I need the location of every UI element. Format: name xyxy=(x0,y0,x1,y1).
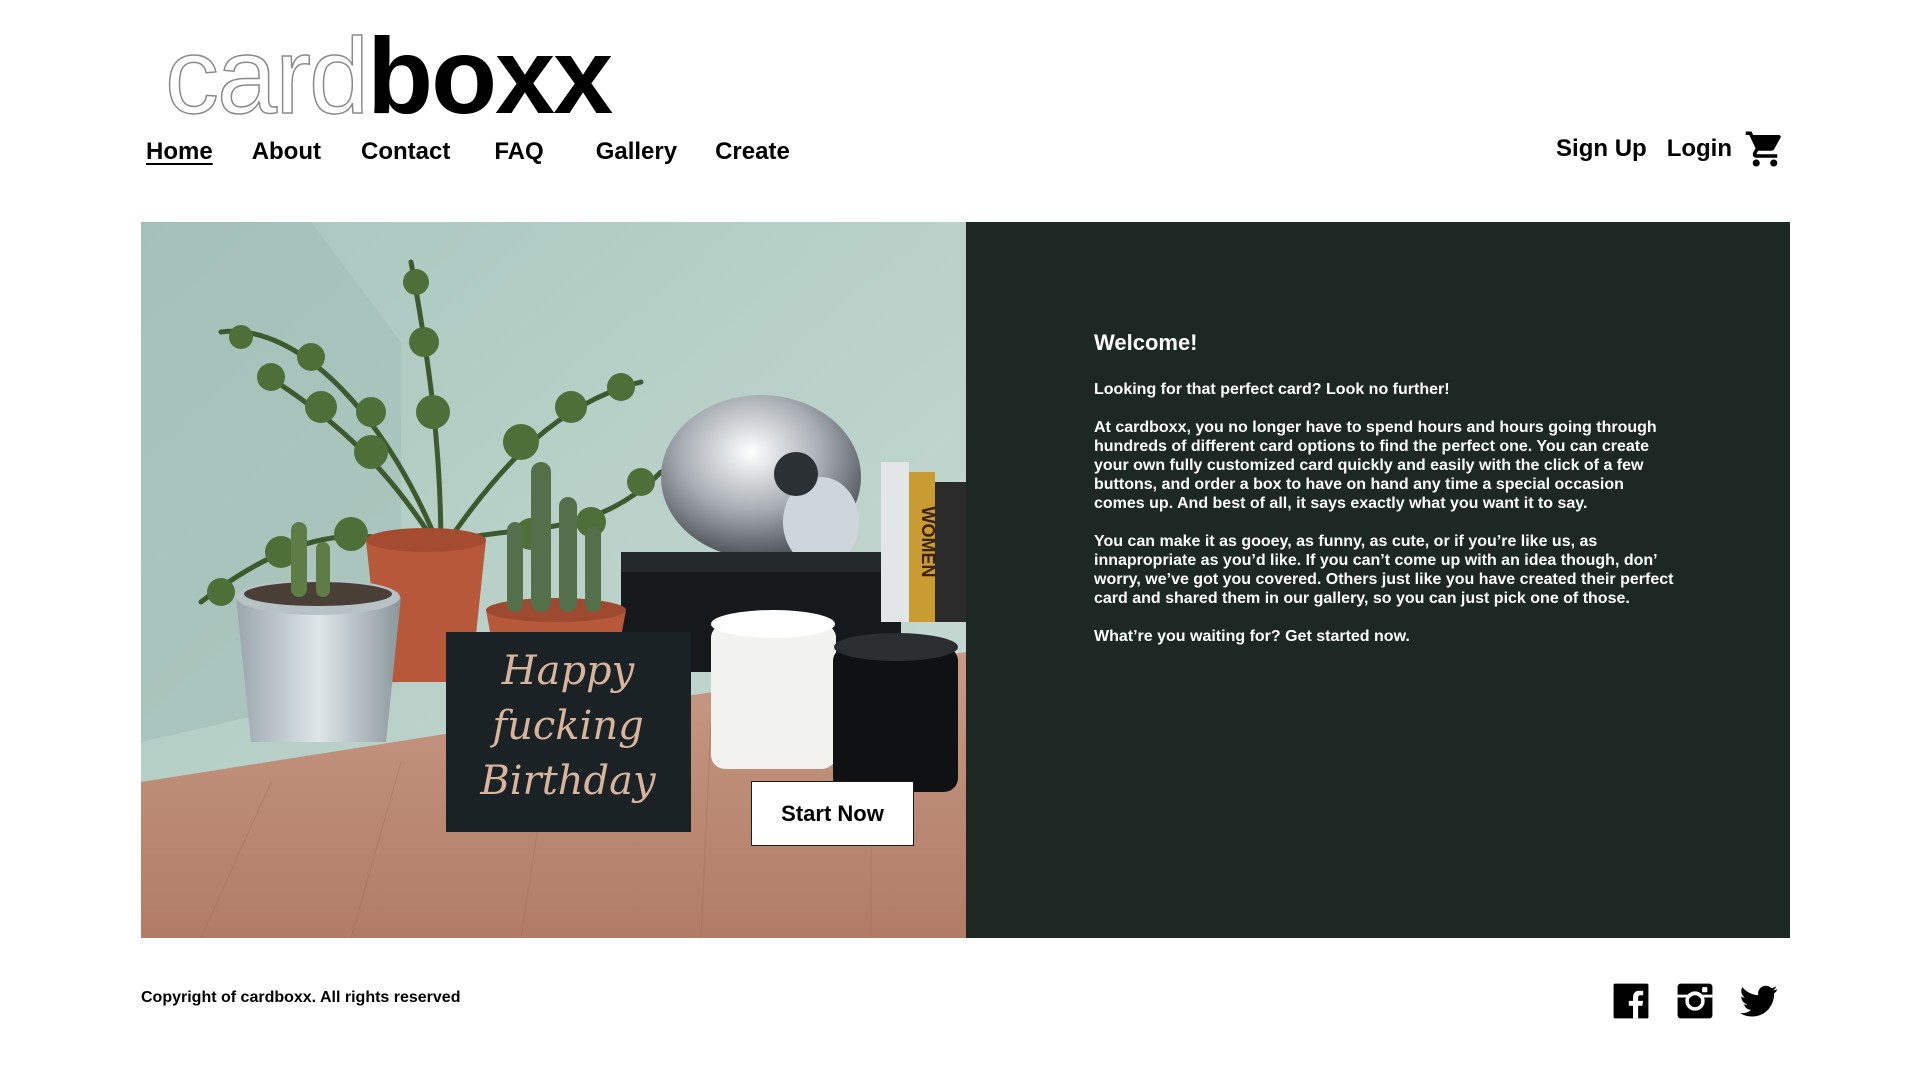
card-text-happy: Happy xyxy=(501,648,636,694)
social-links xyxy=(1612,982,1778,1020)
welcome-heading: Welcome! xyxy=(1094,330,1198,355)
nav-gallery-link[interactable]: Gallery xyxy=(596,138,677,166)
card-lettering: Happy fucking Birthday xyxy=(479,648,657,804)
nav-home-link[interactable]: Home xyxy=(146,138,213,166)
nav-about-link[interactable]: About xyxy=(252,138,321,166)
login-link[interactable]: Login xyxy=(1667,135,1732,163)
copyright-text: Copyright of cardboxx. All rights reserv… xyxy=(141,989,461,1006)
account-nav: Sign Up Login xyxy=(1556,128,1786,170)
hero-photo: WOMEN Happy fucking Birthday Start Now xyxy=(141,222,966,938)
welcome-panel: Welcome! Looking for that perfect card? … xyxy=(966,222,1790,938)
hero-section: WOMEN Happy fucking Birthday Start Now W… xyxy=(141,222,1790,938)
welcome-paragraph-1: Looking for that perfect card? Look no f… xyxy=(1094,381,1450,398)
welcome-paragraph-2: At cardboxx, you no longer have to spend… xyxy=(1094,419,1657,512)
card-text-middle: fucking xyxy=(489,703,643,749)
main-nav: Home About Contact FAQ Gallery Create xyxy=(146,138,830,166)
logo-text-outline: card xyxy=(164,15,370,136)
cardboxx-logo[interactable]: cardboxx xyxy=(164,21,613,131)
welcome-content: Welcome! Looking for that perfect card? … xyxy=(1094,330,1674,665)
welcome-paragraph-3: You can make it as gooey, as funny, as c… xyxy=(1094,533,1674,607)
instagram-icon[interactable] xyxy=(1676,982,1714,1020)
twitter-icon[interactable] xyxy=(1740,982,1778,1020)
start-now-button[interactable]: Start Now xyxy=(751,781,914,846)
nav-create-link[interactable]: Create xyxy=(715,138,790,166)
facebook-icon[interactable] xyxy=(1612,982,1650,1020)
nav-faq-link[interactable]: FAQ xyxy=(494,138,543,166)
signup-link[interactable]: Sign Up xyxy=(1556,135,1647,163)
welcome-paragraph-4: What’re you waiting for? Get started now… xyxy=(1094,628,1410,645)
card-text-birthday: Birthday xyxy=(479,758,657,804)
logo-text-solid: boxx xyxy=(367,15,613,136)
cart-icon[interactable] xyxy=(1744,128,1786,170)
nav-contact-link[interactable]: Contact xyxy=(361,138,450,166)
